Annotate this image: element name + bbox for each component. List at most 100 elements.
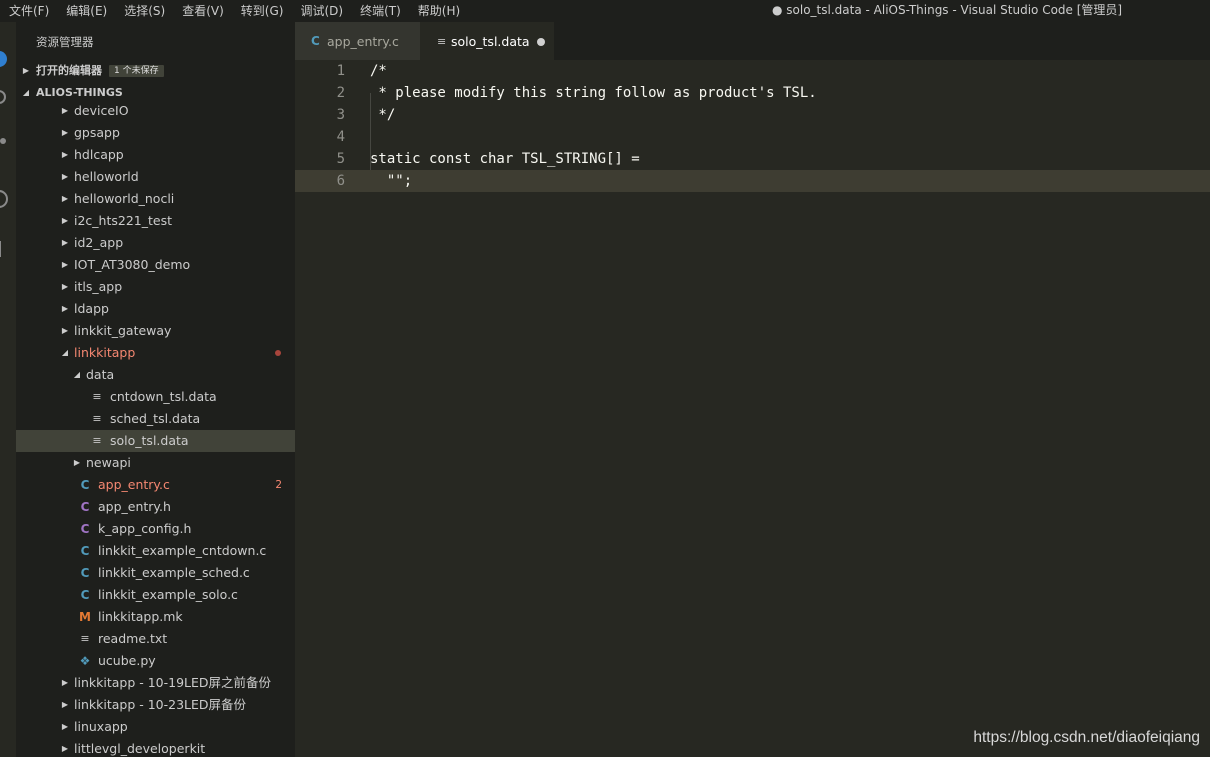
activity-bar [0, 22, 16, 757]
tree-item[interactable]: ▶ linkkitapp - 10-23LED屏备份 [16, 694, 295, 716]
search-icon[interactable] [0, 88, 8, 106]
tree-item[interactable]: Capp_entry.h [16, 496, 295, 518]
menu-item[interactable]: 调试(D) [291, 0, 351, 22]
tree-item-label: helloworld_nocli [74, 191, 175, 206]
menu-item[interactable]: 终端(T) [351, 0, 409, 22]
tree-item[interactable]: Capp_entry.c 2 [16, 474, 295, 496]
tab-label: app_entry.c [327, 33, 399, 49]
tree-item[interactable]: ≡ sched_tsl.data [16, 408, 295, 430]
code-editor[interactable]: 1 /* 2 * please modify this string follow … [295, 60, 1210, 757]
tree-item[interactable]: Clinkkit_example_cntdown.c [16, 540, 295, 562]
menu-item[interactable]: 编辑(E) [57, 0, 115, 22]
unsaved-count-badge: 1 个未保存 [109, 65, 164, 77]
menu-item[interactable]: 查看(V) [173, 0, 232, 22]
chevron-down-icon: ◢ [61, 348, 69, 357]
menu-item[interactable]: 文件(F) [0, 0, 57, 22]
code-line[interactable]: 4 [295, 126, 1210, 148]
editor-tabs: Capp_entry.c ≡ solo_tsl.data [295, 22, 1210, 60]
tree-item[interactable]: ▶ gpsapp [16, 122, 295, 144]
file-tree: ▶ deviceIO ▶ gpsapp ▶ hdlcapp ▶ helloworld ▶ hell… [16, 100, 295, 757]
chevron-right-icon: ▶ [61, 194, 69, 203]
tree-item-label: linkkit_example_solo.c [98, 587, 238, 602]
tree-item[interactable]: Ck_app_config.h [16, 518, 295, 540]
tree-item-label: readme.txt [98, 631, 168, 646]
tab-active[interactable]: ≡ solo_tsl.data [420, 22, 554, 60]
tree-item-label: linkkit_example_cntdown.c [98, 543, 267, 558]
tree-item[interactable]: Clinkkit_example_solo.c [16, 584, 295, 606]
tree-item-label: linkkit_gateway [74, 323, 172, 338]
header-file-icon: C [80, 500, 90, 514]
tree-item-label: cntdown_tsl.data [110, 389, 217, 404]
text-file-icon: ≡ [92, 434, 102, 447]
c-file-icon: C [80, 566, 90, 580]
menu-item[interactable]: 帮助(H) [409, 0, 468, 22]
tree-item-label: hdlcapp [74, 147, 124, 162]
chevron-right-icon: ▶ [61, 260, 69, 269]
text-file-icon: ≡ [92, 412, 102, 425]
c-file-icon: C [80, 544, 90, 558]
tree-item-label: littlevgl_developerkit [74, 741, 206, 756]
menu-item[interactable]: 转到(G) [232, 0, 292, 22]
tree-item[interactable]: ≡ readme.txt [16, 628, 295, 650]
menu-item[interactable]: 选择(S) [115, 0, 173, 22]
chevron-right-icon: ▶ [61, 304, 69, 313]
tree-item-label: solo_tsl.data [110, 433, 189, 448]
code-line[interactable]: 5 static const char TSL_STRING[] = [295, 148, 1210, 170]
tree-item[interactable]: ▶ ldapp [16, 298, 295, 320]
line-text: /* [370, 63, 387, 79]
chevron-right-icon: ▶ [61, 238, 69, 247]
code-line[interactable]: 3 */ [295, 104, 1210, 126]
tree-item-label: linkkitapp.mk [98, 609, 183, 624]
line-text: static const char TSL_STRING[] = [370, 151, 640, 167]
chevron-right-icon: ▶ [61, 150, 69, 159]
tree-item[interactable]: Clinkkit_example_sched.c [16, 562, 295, 584]
tree-item[interactable]: ▶ i2c_hts221_test [16, 210, 295, 232]
tree-item[interactable]: ▶ littlevgl_developerkit [16, 738, 295, 757]
tree-item-label: i2c_hts221_test [74, 213, 172, 228]
debug-icon[interactable] [0, 190, 8, 208]
tree-item[interactable]: ▶ hdlcapp [16, 144, 295, 166]
explorer-icon[interactable] [0, 50, 8, 68]
chevron-right-icon: ▶ [61, 172, 69, 181]
tree-item[interactable]: ▶ linkkit_gateway [16, 320, 295, 342]
tree-item[interactable]: ▶ deviceIO [16, 100, 295, 122]
tree-item-label: deviceIO [74, 103, 129, 118]
makefile-icon: M [79, 610, 91, 624]
chevron-right-icon: ▶ [22, 66, 30, 75]
tree-item[interactable]: Mlinkkitapp.mk [16, 606, 295, 628]
code-line[interactable]: 1 /* [295, 60, 1210, 82]
tree-item-label: app_entry.c [98, 477, 170, 492]
extensions-icon[interactable] [0, 240, 8, 258]
tree-item[interactable]: ≡ solo_tsl.data [16, 430, 295, 452]
text-file-icon: ≡ [80, 632, 90, 645]
tree-item-label: gpsapp [74, 125, 120, 140]
tree-item[interactable]: ▶ helloworld_nocli [16, 188, 295, 210]
source-control-icon[interactable] [0, 132, 8, 150]
code-line[interactable]: 6 ""; [295, 170, 1210, 192]
header-file-icon: C [80, 522, 90, 536]
open-editors-label: 打开的编辑器 [36, 64, 102, 77]
chevron-right-icon: ▶ [61, 106, 69, 115]
tree-item[interactable]: ▶ helloworld [16, 166, 295, 188]
tree-item[interactable]: ◢ data [16, 364, 295, 386]
tree-item[interactable]: ▶ newapi [16, 452, 295, 474]
unsaved-dot-icon[interactable] [537, 38, 545, 46]
chevron-right-icon: ▶ [61, 678, 69, 687]
tree-item[interactable]: ▶ linuxapp [16, 716, 295, 738]
tree-item-label: helloworld [74, 169, 139, 184]
explorer-sidebar: 资源管理器 ▶ 打开的编辑器 1 个未保存 ◢ ALIOS-THINGS ▶ de… [16, 22, 295, 757]
tab[interactable]: Capp_entry.c [295, 22, 420, 60]
line-number: 5 [336, 151, 345, 167]
c-file-icon: C [80, 478, 90, 492]
tree-item[interactable]: ❖ ucube.py [16, 650, 295, 672]
open-editors-section[interactable]: ▶ 打开的编辑器 1 个未保存 [16, 60, 295, 82]
tree-item[interactable]: ◢ linkkitapp [16, 342, 295, 364]
tree-item[interactable]: ▶ IOT_AT3080_demo [16, 254, 295, 276]
tree-item[interactable]: ▶ linkkitapp - 10-19LED屏之前备份 [16, 672, 295, 694]
chevron-right-icon: ▶ [61, 282, 69, 291]
python-file-icon: ❖ [79, 654, 91, 668]
tree-item[interactable]: ▶ itls_app [16, 276, 295, 298]
tree-item[interactable]: ▶ id2_app [16, 232, 295, 254]
tree-item[interactable]: ≡ cntdown_tsl.data [16, 386, 295, 408]
code-line[interactable]: 2 * please modify this string follow as … [295, 82, 1210, 104]
